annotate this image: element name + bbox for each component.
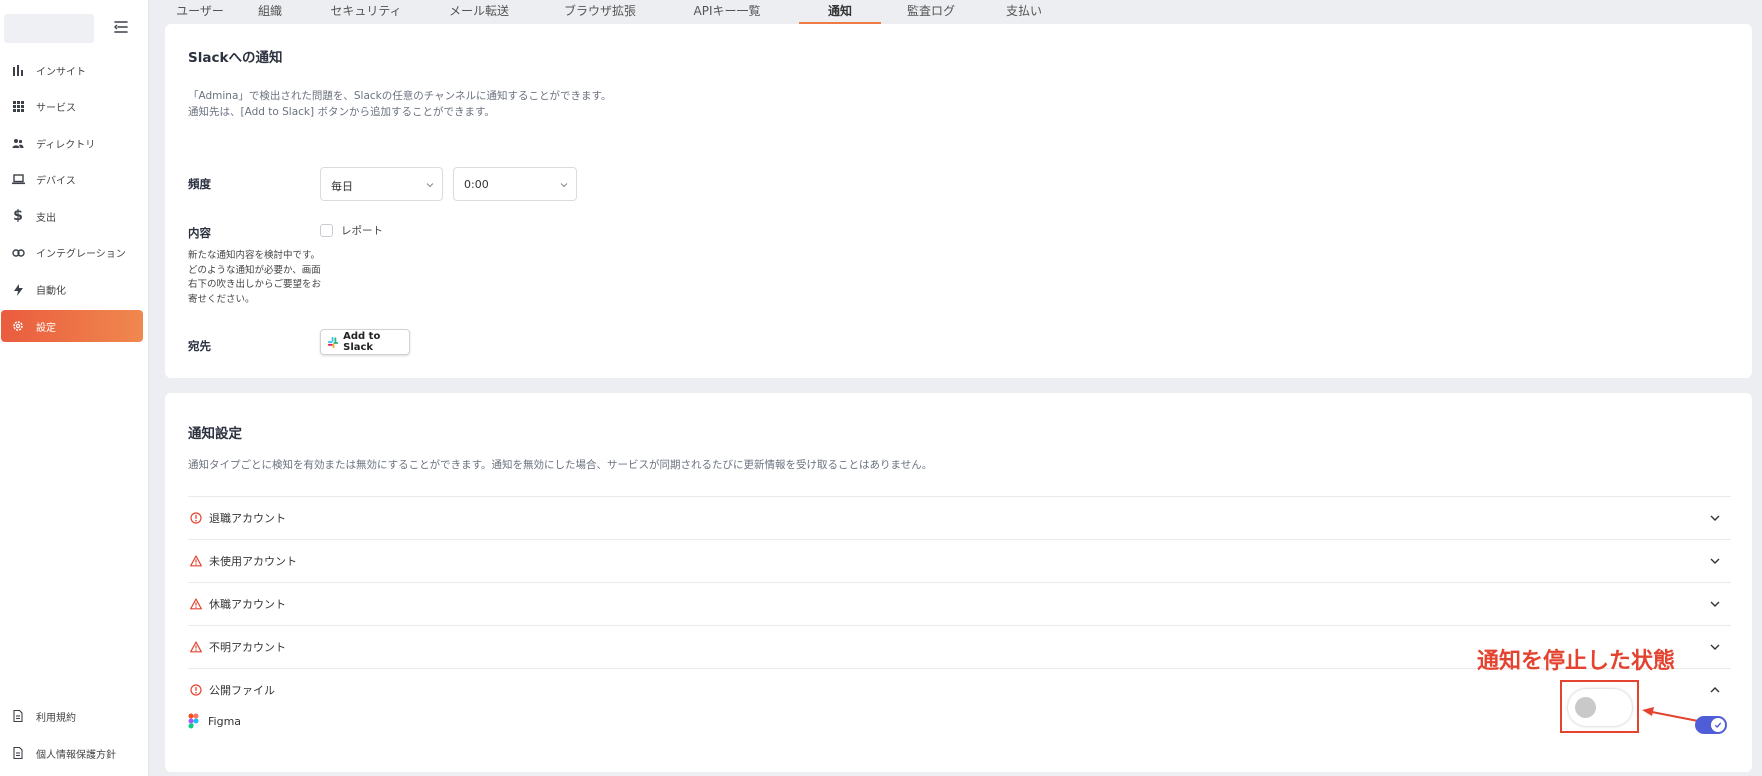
warning-triangle-icon [190,641,202,653]
annotation-text: 通知を停止した状態 [1477,649,1676,674]
sidebar-item-insight[interactable]: インサイト [1,54,143,86]
sidebar-item-privacy[interactable]: 個人情報保護方針 [1,737,143,769]
sidebar-item-automation[interactable]: 自動化 [1,274,143,306]
chevron-down-icon [560,183,568,188]
sidebar-item-label: 支出 [36,212,56,224]
logo [4,14,94,43]
sidebar-item-label: インサイト [36,66,86,78]
sidebar-item-label: サービス [36,103,76,115]
settings-tabs: ユーザー 組織 セキュリティ メール転送 ブラウザ拡張 APIキー一覧 通知 監… [166,0,1042,24]
sidebar-item-settings[interactable]: 設定 [1,310,143,343]
destination-label: 宛先 [188,339,211,353]
dollar-icon: $ [13,208,23,225]
sidebar-item-services[interactable]: サービス [1,91,143,123]
chevron-down-icon [1710,644,1720,650]
tab-users[interactable]: ユーザー [166,0,234,24]
warning-triangle-icon [190,598,202,610]
chevron-down-icon [1710,515,1720,521]
figma-icon [188,713,199,729]
figma-notification-toggle[interactable] [1695,716,1727,734]
grid-icon [11,100,25,114]
tab-organization[interactable]: 組織 [254,0,286,24]
laptop-icon [11,173,25,187]
alert-circle-icon [190,512,202,524]
slack-icon [327,336,339,348]
sidebar-item-label: 個人情報保護方針 [36,749,116,761]
sidebar-item-directory[interactable]: ディレクトリ [1,127,143,159]
notification-toggle-off[interactable] [1568,689,1632,726]
annotation-arrow-icon [1642,707,1699,722]
sidebar-item-label: インテグレーション [36,249,126,261]
sidebar: インサイト サービス ディレクトリ デバイス $ 支出 インテグレーション 自動… [0,0,149,776]
tab-audit-log[interactable]: 監査ログ [906,0,956,24]
report-checkbox-label: レポート [341,225,383,237]
sidebar-item-label: 自動化 [36,286,66,298]
content-label: 内容 [188,226,211,240]
report-checkbox[interactable] [320,224,333,237]
accordion-row-retired-account[interactable]: 退職アカウント [188,496,1731,539]
chevron-down-icon [426,183,434,188]
slack-notification-card: Slackへの通知 「Admina」で検出された問題を、Slackの任意のチャン… [165,24,1752,378]
sidebar-item-integration[interactable]: インテグレーション [1,237,143,269]
slack-description: 「Admina」で検出された問題を、Slackの任意のチャンネルに通知することが… [188,90,612,118]
alert-circle-icon [190,684,202,696]
notification-settings-card: 通知設定 通知タイプごとに検知を有効または無効にすることができます。通知を無効に… [165,393,1752,772]
slack-section-title: Slackへの通知 [188,50,283,66]
sidebar-item-label: ディレクトリ [36,139,96,151]
document-icon [11,746,25,760]
accordion-row-leave-account[interactable]: 休職アカウント [188,582,1731,625]
sidebar-item-label: 利用規約 [36,712,76,724]
chevron-up-icon [1710,687,1720,693]
toggle-knob [1575,697,1596,718]
gear-icon [11,319,25,333]
warning-triangle-icon [190,555,202,567]
tab-email-forwarding[interactable]: メール転送 [446,0,512,24]
bolt-icon [11,283,25,297]
tab-security[interactable]: セキュリティ [326,0,406,24]
notification-settings-title: 通知設定 [188,426,242,442]
tab-browser-extension[interactable]: ブラウザ拡張 [562,0,638,24]
tab-billing[interactable]: 支払い [1006,0,1042,24]
frequency-select[interactable]: 毎日 [320,167,443,201]
time-select[interactable]: 0:00 [453,167,577,201]
add-to-slack-button[interactable]: Add to Slack [320,329,410,355]
accordion-row-unused-account[interactable]: 未使用アカウント [188,539,1731,582]
service-row-figma: Figma [188,713,241,729]
check-icon [1711,718,1725,732]
sidebar-item-label: デバイス [36,176,76,188]
document-icon [11,709,25,723]
sidebar-item-devices[interactable]: デバイス [1,164,143,196]
frequency-label: 頻度 [188,177,211,191]
bar-chart-icon [11,63,25,77]
tab-notifications[interactable]: 通知 [799,0,881,24]
notification-settings-description: 通知タイプごとに検知を有効または無効にすることができます。通知を無効にした場合、… [188,459,933,471]
sidebar-item-label: 設定 [36,322,56,334]
tab-api-keys[interactable]: APIキー一覧 [688,0,766,24]
menu-collapse-icon[interactable] [112,18,130,36]
users-icon [11,136,25,150]
chevron-down-icon [1710,558,1720,564]
link-icon [11,246,25,260]
sidebar-item-spend[interactable]: $ 支出 [1,200,143,232]
sidebar-item-terms[interactable]: 利用規約 [1,700,143,732]
chevron-down-icon [1710,601,1720,607]
content-help-text: 新たな通知内容を検討中です。どのような通知が必要か、画面右下の吹き出しからご要望… [188,250,322,305]
